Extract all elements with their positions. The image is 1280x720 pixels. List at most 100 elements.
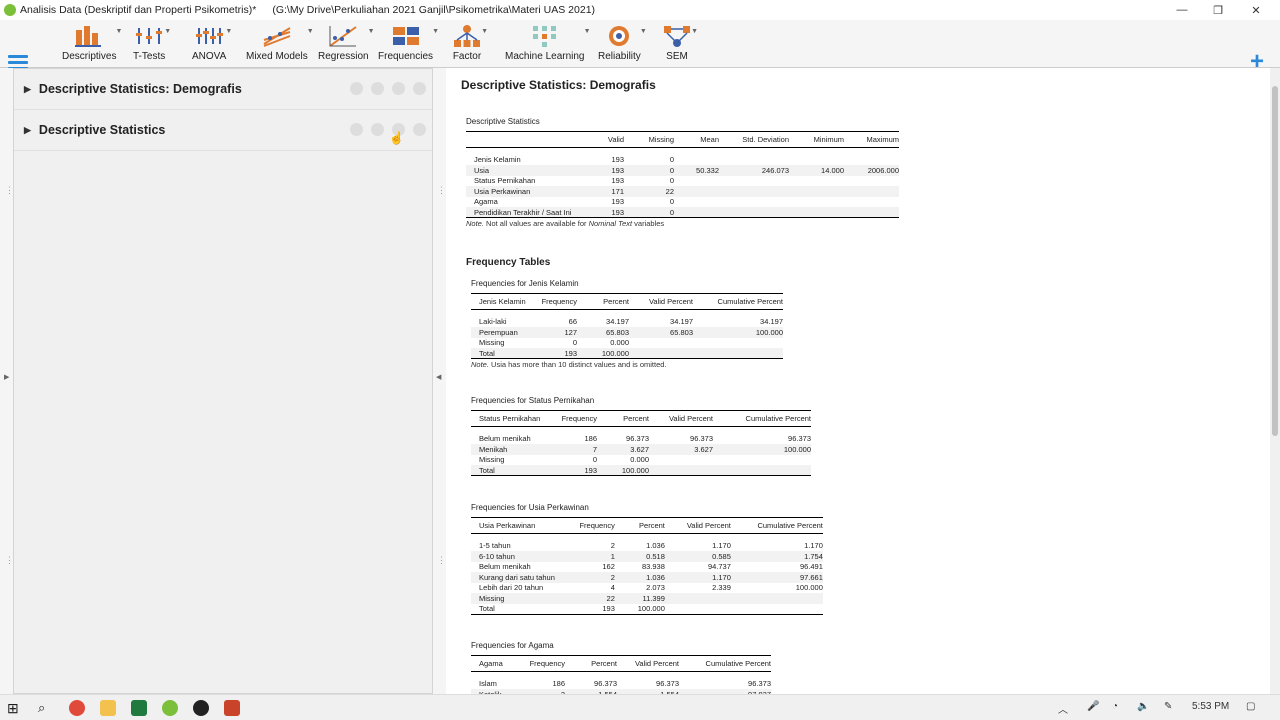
ribbon-label: Frequencies [378, 51, 434, 62]
table-cell: 193 [594, 165, 624, 176]
table-cell [730, 603, 823, 615]
drag-handle-icon[interactable]: ⋮ [437, 186, 446, 195]
ribbon-label: Mixed Models [246, 51, 308, 62]
table-cell: 162 [602, 562, 615, 572]
table-cell [844, 207, 899, 218]
expand-arrow-icon[interactable]: ▶ [24, 125, 31, 136]
frequency-table-agama: Agama Frequency Percent Valid Percent Cumula… [471, 655, 771, 694]
drag-handle-icon[interactable]: ⋮ [5, 556, 14, 565]
table-cell: 3.627 [597, 444, 649, 455]
analysis-item-demografis[interactable]: ▶ Descriptive Statistics: Demografis [14, 69, 432, 110]
table-cell [719, 197, 789, 208]
column-header: Percent [597, 410, 649, 427]
table-row: Missing 22 11.399 [471, 593, 823, 604]
table-cell: 100.000 [693, 327, 783, 338]
edit-icon[interactable] [350, 82, 363, 95]
table-cell [674, 155, 719, 166]
duplicate-icon[interactable] [371, 123, 384, 136]
note-suffix: variables [632, 219, 665, 228]
table-cell: 2 [554, 572, 615, 583]
table-row: Islam 186 96.373 96.373 96.373 [471, 679, 771, 690]
mouse-cursor-icon: ☝ [389, 131, 404, 145]
scrollbar-thumb[interactable] [1272, 86, 1278, 436]
remove-icon[interactable] [413, 82, 426, 95]
ribbon-button-factor[interactable]: Factor ▼ [452, 24, 488, 64]
ribbon-button-regression[interactable]: Regression ▼ [318, 24, 375, 64]
table-cell: 193 [533, 348, 577, 359]
info-icon[interactable] [392, 82, 405, 95]
tray-chevron-icon[interactable]: ︿ [1058, 701, 1068, 716]
search-icon[interactable]: ⌕ [38, 700, 54, 716]
ribbon-button-reliability[interactable]: Reliability ▼ [598, 24, 647, 64]
table-note: Note. Usia has more than 10 distinct val… [471, 360, 667, 369]
expand-arrow-icon[interactable]: ▶ [24, 84, 31, 95]
collapse-arrow-icon[interactable]: ▶ [4, 373, 9, 381]
table-cell [844, 186, 899, 197]
notifications-icon[interactable]: ▢ [1246, 701, 1255, 712]
column-header: Frequency [513, 655, 565, 672]
ribbon-label: Reliability [598, 51, 641, 62]
ribbon-label: Factor [452, 51, 482, 62]
table-cell: 22 [554, 593, 615, 604]
microphone-icon[interactable]: 🎤 [1087, 701, 1099, 712]
powerpoint-icon[interactable] [224, 700, 240, 716]
windows-start-icon[interactable]: ⊞ [7, 700, 23, 716]
left-edge-panel: ⋮ ▶ ⋮ [0, 68, 14, 694]
descriptives-icon [74, 24, 104, 48]
vertical-scrollbar[interactable] [1270, 68, 1280, 694]
table-cell: 0.518 [614, 551, 665, 562]
ribbon-button-machine-learning[interactable]: Machine Learning ▼ [505, 24, 591, 64]
table-cell [664, 603, 731, 615]
table-cell: 1.170 [712, 541, 731, 551]
minimize-icon[interactable]: — [1164, 0, 1200, 20]
table-cell: Missing [471, 593, 555, 604]
ribbon-button-anova[interactable]: ANOVA ▼ [192, 24, 232, 64]
table-cell [693, 338, 783, 349]
table-cell [674, 207, 719, 218]
dropdown-caret-icon: ▼ [367, 28, 375, 35]
file-explorer-icon[interactable] [100, 700, 116, 716]
table-cell: 1 [554, 551, 615, 562]
table-cell [629, 338, 693, 349]
frequency-table-status-pernikahan: Status Pernikahan Frequency Percent Valid P… [471, 410, 811, 476]
drag-handle-icon[interactable]: ⋮ [437, 556, 446, 565]
table-cell [844, 197, 899, 208]
maximize-icon[interactable]: ❐ [1200, 0, 1236, 20]
drag-handle-icon[interactable]: ⋮ [5, 186, 14, 195]
ribbon-button-t-tests[interactable]: T-Tests ▼ [133, 24, 171, 64]
wifi-icon[interactable]: ◔ [1112, 701, 1118, 712]
table-cell: 127 [533, 327, 577, 338]
close-icon[interactable]: ✕ [1238, 0, 1274, 20]
ribbon-label: T-Tests [133, 51, 166, 62]
column-header: Agama [471, 655, 513, 672]
ribbon-button-descriptives[interactable]: Descriptives ▼ [62, 24, 122, 64]
duplicate-icon[interactable] [371, 82, 384, 95]
table-cell: 3.627 [649, 444, 713, 455]
remove-icon[interactable] [413, 123, 426, 136]
table-cell: 96.373 [788, 434, 811, 444]
edit-icon[interactable] [350, 123, 363, 136]
jasp-icon[interactable] [162, 700, 178, 716]
table-cell [789, 207, 844, 218]
analysis-title: Descriptive Statistics [38, 123, 166, 137]
panel-divider[interactable]: ⋮ ◀ ⋮ [433, 68, 446, 694]
table-cell: Perempuan [471, 327, 533, 338]
ribbon-button-frequencies[interactable]: Frequencies ▼ [378, 24, 439, 64]
app-icon[interactable] [193, 700, 209, 716]
clock[interactable]: 5:53 PM [1192, 701, 1229, 712]
table-cell: 65.803 [629, 327, 693, 338]
chrome-icon[interactable] [69, 700, 85, 716]
table-cell: Usia Perkawinan [466, 186, 594, 197]
collapse-arrow-icon[interactable]: ◀ [436, 373, 441, 381]
table-row: Total 193 100.000 [471, 603, 823, 615]
descriptive-statistics-table: Valid Missing Mean Std. Deviation Minimum Max… [466, 131, 899, 218]
pen-icon[interactable]: ✎ [1164, 701, 1172, 712]
ribbon-button-sem[interactable]: SEM ▼ [662, 24, 698, 64]
window-path: (G:\My Drive\Perkuliahan 2021 Ganjil\Psi… [272, 4, 596, 16]
ribbon-button-mixed-models[interactable]: Mixed Models ▼ [246, 24, 314, 64]
analysis-item-descriptive[interactable]: ▶ Descriptive Statistics [14, 110, 432, 151]
excel-icon[interactable] [131, 700, 147, 716]
table-cell: 1.036 [614, 572, 665, 583]
volume-icon[interactable]: 🔈 [1137, 701, 1149, 712]
table-row: Usia Perkawinan 171 22 [466, 186, 899, 197]
